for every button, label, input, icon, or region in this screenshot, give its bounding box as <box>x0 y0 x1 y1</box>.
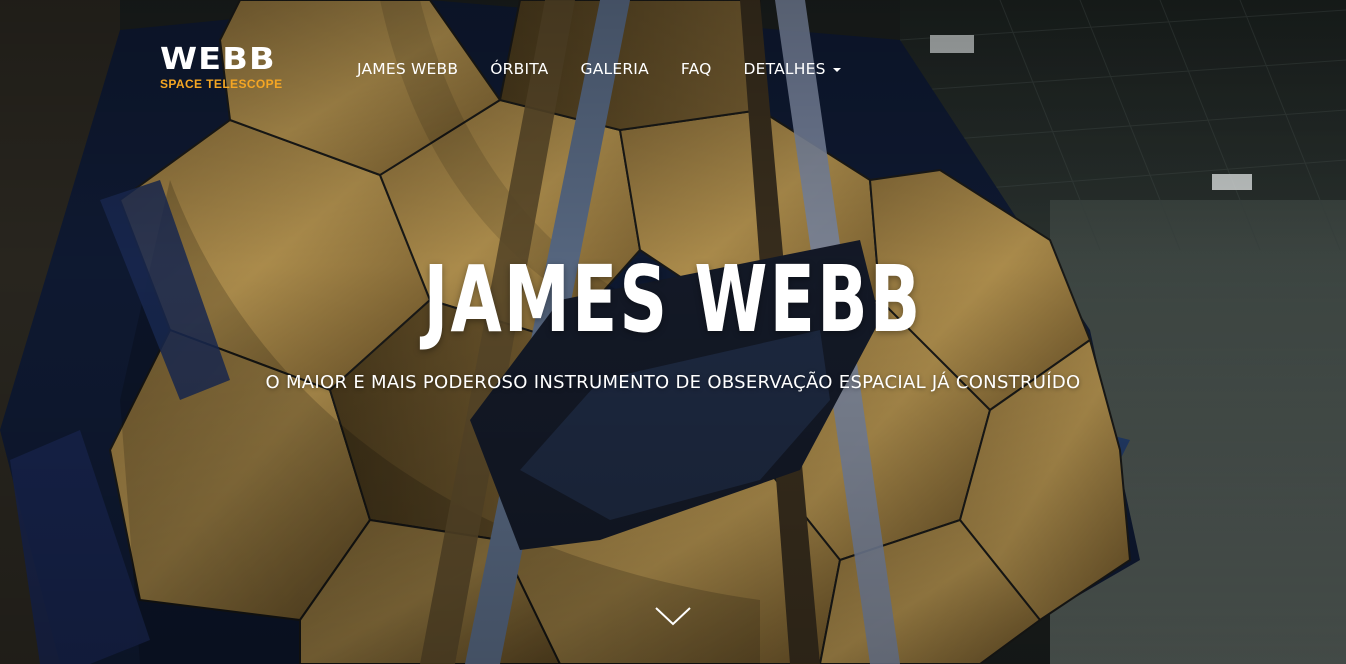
nav-link-james-webb[interactable]: JAMES WEBB <box>357 58 458 80</box>
scroll-down-button[interactable] <box>653 600 693 630</box>
brand-tagline: SPACE TELESCOPE <box>160 77 283 91</box>
nav-link-orbita[interactable]: ÓRBITA <box>490 58 548 80</box>
chevron-down-icon <box>655 607 691 626</box>
main-nav: JAMES WEBB ÓRBITA GALERIA FAQ DETALHES <box>357 57 873 81</box>
nav-link-faq[interactable]: FAQ <box>681 58 712 80</box>
brand-name: WEBB <box>160 42 276 77</box>
brand-logo[interactable]: WEBB SPACE TELESCOPE <box>160 44 292 94</box>
nav-item-galeria: GALERIA <box>580 58 648 80</box>
nav-item-faq: FAQ <box>681 58 712 80</box>
navbar: WEBB SPACE TELESCOPE JAMES WEBB ÓRBITA G… <box>0 0 1346 130</box>
nav-item-orbita: ÓRBITA <box>490 58 548 80</box>
caret-down-icon <box>832 67 841 72</box>
hero-section: WEBB SPACE TELESCOPE JAMES WEBB ÓRBITA G… <box>0 0 1346 664</box>
hero-subtitle: O MAIOR E MAIS PODEROSO INSTRUMENTO DE O… <box>265 372 1081 393</box>
nav-item-james-webb: JAMES WEBB <box>357 58 458 80</box>
nav-item-detalhes: DETALHES <box>744 58 841 80</box>
nav-dropdown-detalhes[interactable]: DETALHES <box>744 58 841 80</box>
nav-link-galeria[interactable]: GALERIA <box>580 58 648 80</box>
hero-title: JAMES WEBB <box>423 246 923 353</box>
nav-dropdown-detalhes-label: DETALHES <box>743 60 826 78</box>
